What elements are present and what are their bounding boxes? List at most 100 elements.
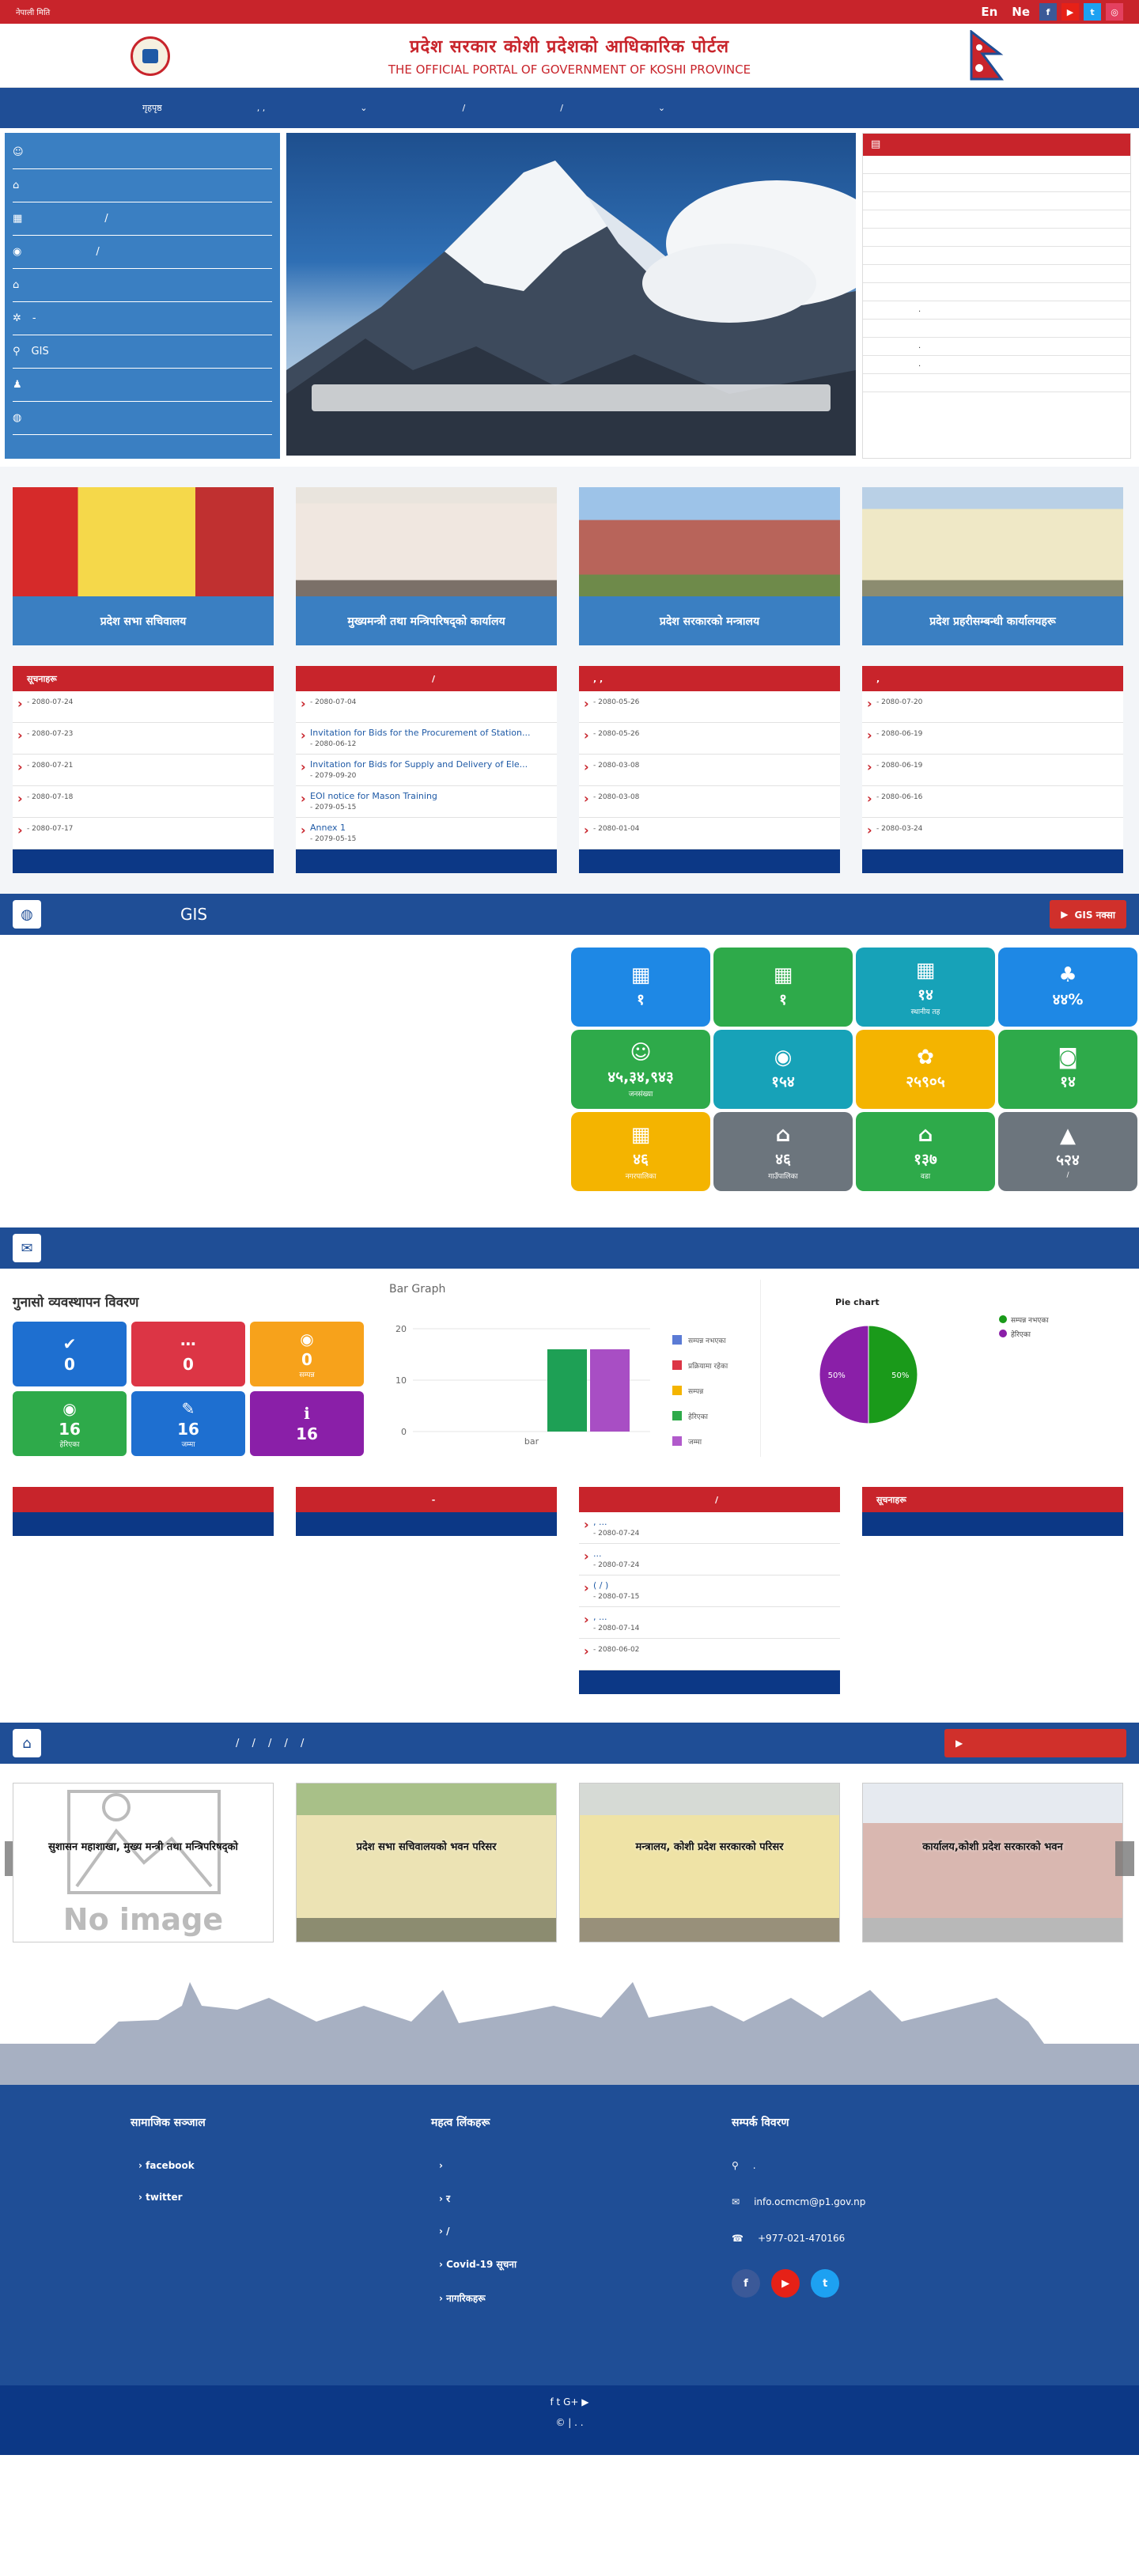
list-item[interactable]: , ...- 2080-07-24 <box>579 1512 840 1544</box>
department-card[interactable]: प्रदेश प्रहरीसम्बन्धी कार्यालयहरू <box>862 487 1123 645</box>
feedback-stat[interactable]: ⋯ 0 <box>131 1322 245 1386</box>
feedback-stat[interactable]: ✔ 0 <box>13 1322 127 1386</box>
list-item[interactable]: - 2080-07-04 <box>296 691 557 723</box>
list-item[interactable]: Invitation for Bids for Supply and Deliv… <box>296 755 557 786</box>
notice-row[interactable] <box>863 174 1130 192</box>
facebook-icon[interactable]: f <box>1039 3 1057 21</box>
notice-row[interactable]: . <box>863 356 1130 374</box>
carousel-slide[interactable]: सुशासन महाशाखा, मुख्य मन्त्री तथा मन्त्र… <box>13 1783 274 1942</box>
department-card[interactable]: मुख्यमन्त्री तथा मन्त्रिपरिषद्को कार्याल… <box>296 487 557 645</box>
feedback-stat[interactable]: ✎ 16 जम्मा <box>131 1391 245 1456</box>
nav-item-5[interactable]: / <box>560 103 563 113</box>
notice-row[interactable] <box>863 156 1130 174</box>
government-emblem[interactable] <box>131 36 170 76</box>
youtube-icon[interactable]: ▶ <box>1061 3 1079 21</box>
youtube-icon[interactable]: ▶ <box>771 2269 800 2298</box>
notice-row[interactable]: . <box>863 338 1130 356</box>
list-item[interactable]: - 2080-03-24 <box>862 818 1123 849</box>
stat-tile[interactable]: ✿ २५९०५ <box>856 1030 995 1109</box>
list-item[interactable]: - 2080-05-26 <box>579 691 840 723</box>
list-item[interactable]: - 2080-01-04 <box>579 818 840 849</box>
list-item[interactable]: - 2080-06-16 <box>862 786 1123 818</box>
gis-map-button[interactable]: ▶ GIS नक्सा <box>1050 900 1126 929</box>
notice-row[interactable] <box>863 265 1130 283</box>
footer-link[interactable]: › <box>439 2160 732 2171</box>
list-item[interactable]: - 2080-07-23 <box>13 723 274 755</box>
list-footer[interactable] <box>296 849 557 873</box>
stat-tile[interactable]: ▦ १ <box>713 948 853 1027</box>
stat-tile[interactable]: ▦ ४६ नगरपालिका <box>571 1112 710 1191</box>
twitter-icon[interactable]: t <box>1084 3 1101 21</box>
sidemenu-item[interactable]: ⌂ <box>13 269 272 302</box>
footer-email[interactable]: info.ocmcm@p1.gov.np <box>754 2196 865 2207</box>
stat-tile[interactable]: ♣ ४४% <box>998 948 1137 1027</box>
stat-tile[interactable]: ◉ १५४ <box>713 1030 853 1109</box>
sidemenu-item[interactable]: ◍ <box>13 402 272 435</box>
stat-tile[interactable]: ☺ ४५,३४,९४३ जनसंख्या <box>571 1030 710 1109</box>
notice-row[interactable] <box>863 283 1130 301</box>
list-item[interactable]: - 2080-06-19 <box>862 755 1123 786</box>
list-item[interactable]: - 2080-06-19 <box>862 723 1123 755</box>
list-item[interactable]: - 2080-03-08 <box>579 786 840 818</box>
department-card[interactable]: प्रदेश सरकारको मन्त्रालय <box>579 487 840 645</box>
twitter-icon[interactable]: t <box>811 2269 840 2298</box>
carousel-slide[interactable]: मन्त्रालय, कोशी प्रदेश सरकारको परिसर <box>579 1783 840 1942</box>
lang-ne-link[interactable]: Ne <box>1012 5 1030 19</box>
nav-item-6[interactable]: ⌄ <box>658 103 665 113</box>
facebook-icon[interactable]: f <box>732 2269 760 2298</box>
list-item[interactable]: - 2080-06-02 <box>579 1639 840 1670</box>
stat-tile[interactable]: ▦ १ <box>571 948 710 1027</box>
list-footer[interactable] <box>296 1512 557 1536</box>
list-item[interactable]: - 2080-07-24 <box>13 691 274 723</box>
list-item[interactable]: - 2080-07-17 <box>13 818 274 849</box>
stat-tile[interactable]: ▦ १४ स्थानीय तह <box>856 948 995 1027</box>
footer-link[interactable]: › facebook <box>138 2160 431 2171</box>
list-item[interactable]: EOI notice for Mason Training- 2079-05-1… <box>296 786 557 818</box>
sidemenu-item[interactable]: ✲ - <box>13 302 272 335</box>
stat-tile[interactable]: ◙ १४ <box>998 1030 1137 1109</box>
list-item[interactable]: - 2080-03-08 <box>579 755 840 786</box>
notice-row[interactable] <box>863 374 1130 392</box>
footer-link[interactable]: › नागरिकहरू <box>439 2291 732 2305</box>
footer-link[interactable]: › / <box>439 2226 732 2237</box>
department-card[interactable]: प्रदेश सभा सचिवालय <box>13 487 274 645</box>
list-footer[interactable] <box>579 1670 840 1694</box>
feedback-stat[interactable]: ◉ 16 हेरिएका <box>13 1391 127 1456</box>
stat-tile[interactable]: ⌂ ४६ गाउँपालिका <box>713 1112 853 1191</box>
carousel-slide[interactable]: कार्यालय,कोशी प्रदेश सरकारको भवन <box>862 1783 1123 1942</box>
notice-row[interactable]: . <box>863 301 1130 320</box>
list-item[interactable]: ( / )- 2080-07-15 <box>579 1575 840 1607</box>
list-item[interactable]: , ...- 2080-07-14 <box>579 1607 840 1639</box>
bar[interactable] <box>547 1349 587 1432</box>
bottom-social-icons[interactable]: f t G+ ▶ <box>0 2396 1139 2408</box>
footer-link[interactable]: › twitter <box>138 2192 431 2203</box>
stat-tile[interactable]: ⌂ १३७ वडा <box>856 1112 995 1191</box>
carousel-slide[interactable]: प्रदेश सभा सचिवालयको भवन परिसर <box>296 1783 557 1942</box>
feedback-stat[interactable]: ◉ 0 सम्पन्न <box>250 1322 364 1386</box>
sidemenu-item[interactable]: ◉ / <box>13 236 272 269</box>
sidemenu-item[interactable]: ☺ <box>13 136 272 169</box>
nav-item-2[interactable]: , , <box>257 103 266 113</box>
footer-link[interactable]: › Covid-19 सूचना <box>439 2257 732 2271</box>
instagram-icon[interactable]: ◎ <box>1106 3 1123 21</box>
notice-row[interactable] <box>863 320 1130 338</box>
sidemenu-item-gis[interactable]: ⚲ GIS <box>13 335 272 369</box>
list-item[interactable]: - 2080-07-18 <box>13 786 274 818</box>
list-footer[interactable] <box>862 849 1123 873</box>
footer-link[interactable]: › र <box>439 2192 732 2205</box>
sidemenu-item[interactable]: ♟ <box>13 369 272 402</box>
lang-en-link[interactable]: En <box>981 5 997 19</box>
offices-view-button[interactable]: ▶ <box>944 1729 1126 1757</box>
nav-home[interactable]: गृहपृष्ठ <box>142 102 162 114</box>
list-footer[interactable] <box>13 1512 274 1536</box>
notice-row[interactable] <box>863 229 1130 247</box>
nav-item-3[interactable]: ⌄ <box>360 103 367 113</box>
list-item[interactable]: - 2080-05-26 <box>579 723 840 755</box>
sidemenu-item[interactable]: ▦ / <box>13 202 272 236</box>
list-item[interactable]: Annex 1- 2079-05-15 <box>296 818 557 849</box>
notice-row[interactable] <box>863 247 1130 265</box>
list-footer[interactable] <box>862 1512 1123 1536</box>
list-item[interactable]: ...- 2080-07-24 <box>579 1544 840 1575</box>
list-item[interactable]: - 2080-07-21 <box>13 755 274 786</box>
sidemenu-item[interactable]: ⌂ <box>13 169 272 202</box>
